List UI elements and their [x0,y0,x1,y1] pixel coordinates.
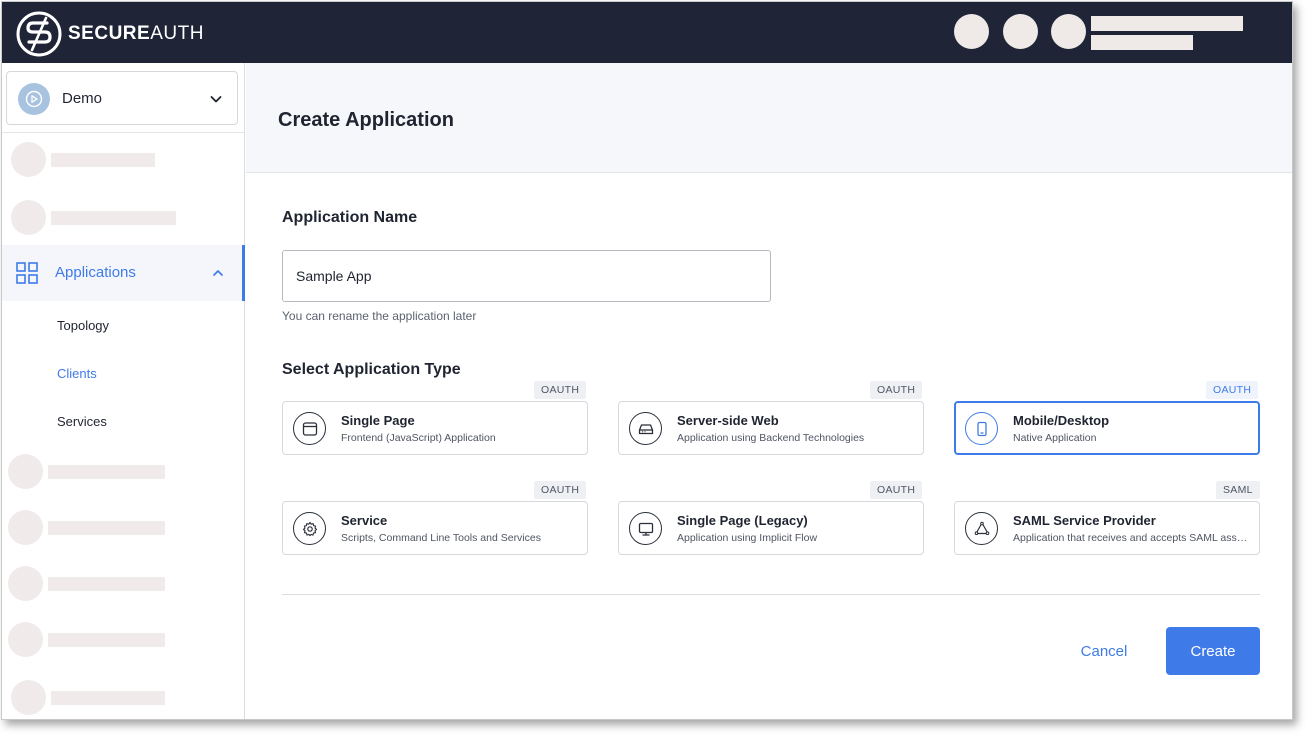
cancel-button[interactable]: Cancel [1066,630,1142,672]
sidebar-subitem-topology[interactable]: Topology [57,318,109,333]
app-type-icon-wrap [629,512,662,545]
card-subtitle: Application using Backend Technologies [677,432,865,444]
nav-label-placeholder[interactable] [48,521,165,535]
card-title: Single Page (Legacy) [677,513,808,528]
sidebar-subitem-services[interactable]: Services [57,414,107,429]
app-type-card-service[interactable]: Service Scripts, Command Line Tools and … [282,501,588,555]
user-avatar-placeholder[interactable] [1051,14,1086,49]
card-subtitle: Frontend (JavaScript) Application [341,432,496,444]
footer-divider [282,594,1260,595]
gear-icon [302,521,317,536]
sidebar-subitem-clients[interactable]: Clients [57,366,97,381]
app-type-card-single-page[interactable]: Single Page Frontend (JavaScript) Applic… [282,401,588,455]
card-badge: OAUTH [534,481,587,499]
tenant-avatar [18,83,50,115]
nav-icon-placeholder[interactable] [11,680,46,715]
application-name-input[interactable] [282,250,771,302]
application-type-label: Select Application Type [282,361,461,378]
nav-label-placeholder[interactable] [51,691,165,705]
mobile-phone-icon [976,421,987,436]
tenant-selector[interactable]: Demo [6,71,238,125]
nav-label-placeholder[interactable] [48,465,165,479]
app-type-card-saml-service-provider[interactable]: SAML Service Provider Application that r… [954,501,1260,555]
triangle-cycle-icon [974,521,989,535]
app-type-icon-wrap [293,512,326,545]
sidebar-divider [2,132,245,133]
app-type-icon-wrap [965,512,998,545]
nav-icon-placeholder[interactable] [11,142,46,177]
card-badge: OAUTH [534,381,587,399]
sidebar-item-label: Applications [55,264,136,281]
sidebar-item-applications[interactable]: Applications [2,245,245,301]
nav-icon-placeholder[interactable] [8,454,43,489]
page-header: Create Application [246,63,1292,173]
app-type-card-mobile-desktop[interactable]: Mobile/Desktop Native Application [954,401,1260,455]
tenant-name: Demo [62,90,103,107]
card-subtitle: Application that receives and accepts SA… [1013,532,1249,544]
app-window: SECUREAUTH Demo Applications Topology Cl… [1,1,1293,720]
play-circle-icon [25,90,43,108]
card-badge: OAUTH [870,481,923,499]
card-subtitle: Scripts, Command Line Tools and Services [341,532,541,544]
nav-label-placeholder[interactable] [51,211,176,225]
page-title: Create Application [278,109,454,131]
chevron-down-icon [210,96,222,103]
nav-icon-placeholder[interactable] [8,622,43,657]
create-button[interactable]: Create [1166,627,1260,675]
user-email-placeholder [1091,35,1193,50]
app-type-card-single-page-legacy[interactable]: Single Page (Legacy) Application using I… [618,501,924,555]
card-subtitle: Application using Implicit Flow [677,532,818,544]
notifications-avatar-placeholder[interactable] [954,14,989,49]
top-bar: SECUREAUTH [2,2,1292,63]
brand-name: SECUREAUTH [68,23,204,45]
user-name-placeholder [1091,16,1243,31]
card-title: Service [341,513,388,528]
nav-label-placeholder[interactable] [51,153,155,167]
card-title: Mobile/Desktop [1013,413,1110,428]
card-badge: OAUTH [1206,381,1259,399]
card-title: Server-side Web [677,413,779,428]
secureauth-logo-icon [16,11,62,57]
card-subtitle: Native Application [1013,432,1097,444]
browser-window-icon [302,421,317,436]
main-content: Create Application Application Name You … [246,63,1292,719]
card-title: Single Page [341,413,415,428]
nav-label-placeholder[interactable] [48,577,165,591]
sidebar: Demo Applications Topology Clients Servi… [2,63,245,719]
nav-icon-placeholder[interactable] [11,200,46,235]
card-title: SAML Service Provider [1013,513,1156,528]
application-name-label: Application Name [282,209,418,226]
app-type-card-server-side-web[interactable]: Server-side Web Application using Backen… [618,401,924,455]
help-avatar-placeholder[interactable] [1003,14,1038,49]
nav-icon-placeholder[interactable] [8,510,43,545]
app-type-icon-wrap [629,412,662,445]
card-badge: SAML [1216,481,1260,499]
brand-logo[interactable]: SECUREAUTH [16,11,204,57]
app-type-icon-wrap [965,412,998,445]
monitor-icon [638,522,653,536]
nav-icon-placeholder[interactable] [8,566,43,601]
grid-apps-icon [16,262,38,284]
chevron-up-icon [213,270,223,276]
server-drive-icon [638,423,653,434]
nav-label-placeholder[interactable] [48,633,165,647]
application-name-helper: You can rename the application later [282,309,477,323]
brand-name-light: AUTH [150,23,204,44]
card-badge: OAUTH [870,381,923,399]
brand-name-bold: SECURE [68,23,151,44]
app-type-icon-wrap [293,412,326,445]
